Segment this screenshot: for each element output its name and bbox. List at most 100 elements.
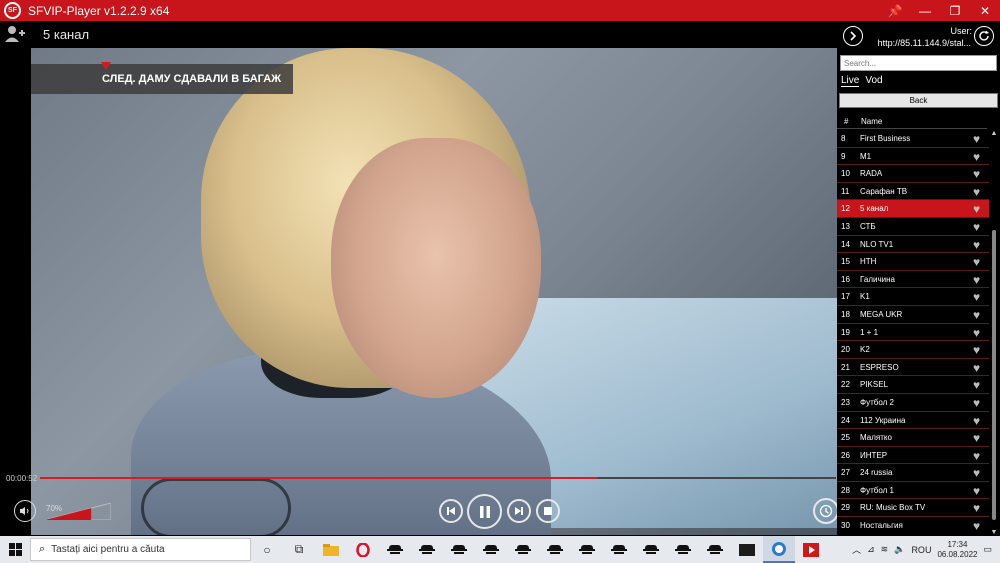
channel-row[interactable]: 14 NLO TV1 ♥ — [837, 236, 989, 254]
favorite-heart-icon[interactable]: ♥ — [973, 501, 980, 515]
favorite-heart-icon[interactable]: ♥ — [973, 202, 980, 216]
favorite-heart-icon[interactable]: ♥ — [973, 361, 980, 375]
favorite-heart-icon[interactable]: ♥ — [973, 255, 980, 269]
taskbar-search-box[interactable]: ⌕ Tastați aici pentru a căuta — [30, 538, 251, 561]
channel-row[interactable]: 26 ИНТЕР ♥ — [837, 447, 989, 465]
tab-live[interactable]: Live — [841, 75, 860, 87]
start-button[interactable] — [0, 536, 30, 563]
channel-row[interactable]: 30 Ностальгия ♥ — [837, 517, 989, 534]
favorite-heart-icon[interactable]: ♥ — [973, 150, 980, 164]
file-explorer-icon[interactable] — [315, 536, 347, 563]
channel-row[interactable]: 17 K1 ♥ — [837, 288, 989, 306]
channel-row[interactable]: 24 112 Украина ♥ — [837, 412, 989, 430]
incognito-app-icon[interactable] — [603, 536, 635, 563]
channel-row[interactable]: 22 PIKSEL ♥ — [837, 376, 989, 394]
channel-row[interactable]: 12 5 канал ♥ — [837, 200, 989, 218]
incognito-app-icon[interactable] — [635, 536, 667, 563]
terminal-app-icon[interactable] — [731, 536, 763, 563]
channel-row[interactable]: 20 K2 ♥ — [837, 341, 989, 359]
incognito-app-icon[interactable] — [539, 536, 571, 563]
favorite-heart-icon[interactable]: ♥ — [973, 431, 980, 445]
refresh-button[interactable] — [974, 26, 994, 46]
favorite-heart-icon[interactable]: ♥ — [973, 449, 980, 463]
language-indicator[interactable]: ROU — [911, 545, 931, 555]
scroll-down-icon[interactable]: ▼ — [990, 529, 998, 536]
incognito-app-icon[interactable] — [667, 536, 699, 563]
channel-row[interactable]: 18 MEGA UKR ♥ — [837, 306, 989, 324]
favorite-heart-icon[interactable]: ♥ — [973, 290, 980, 304]
channel-row[interactable]: 21 ESPRESO ♥ — [837, 359, 989, 377]
favorite-heart-icon[interactable]: ♥ — [973, 308, 980, 322]
taskbar-clock[interactable]: 17:34 06.08.2022 — [937, 540, 977, 560]
back-button[interactable]: Back — [839, 93, 998, 108]
scroll-up-icon[interactable]: ▲ — [990, 130, 998, 137]
favorite-heart-icon[interactable]: ♥ — [973, 185, 980, 199]
favorite-heart-icon[interactable]: ♥ — [973, 132, 980, 146]
video-frame[interactable] — [31, 48, 837, 535]
incognito-app-icon[interactable] — [699, 536, 731, 563]
channel-row[interactable]: 23 Футбол 2 ♥ — [837, 394, 989, 412]
channel-row[interactable]: 15 НТН ♥ — [837, 253, 989, 271]
close-button[interactable]: ✕ — [970, 0, 1000, 21]
previous-button[interactable] — [439, 499, 463, 523]
favorite-heart-icon[interactable]: ♥ — [973, 396, 980, 410]
incognito-app-icon[interactable] — [443, 536, 475, 563]
channel-search-input[interactable] — [840, 55, 997, 71]
channel-row[interactable]: 16 Галичина ♥ — [837, 271, 989, 289]
volume-tray-icon[interactable]: 🔈 — [894, 544, 905, 555]
tray-chevron-up-icon[interactable]: ︿ — [852, 543, 861, 556]
favorite-heart-icon[interactable]: ♥ — [973, 466, 980, 480]
favorite-heart-icon[interactable]: ♥ — [973, 273, 980, 287]
favorite-heart-icon[interactable]: ♥ — [973, 238, 980, 252]
notifications-icon[interactable]: ▭ — [983, 544, 992, 555]
favorite-heart-icon[interactable]: ♥ — [973, 220, 980, 234]
favorite-heart-icon[interactable]: ♥ — [973, 167, 980, 181]
pause-button[interactable] — [467, 494, 502, 529]
favorite-heart-icon[interactable]: ♥ — [973, 343, 980, 357]
channel-row[interactable]: 27 24 russia ♥ — [837, 464, 989, 482]
media-player-taskbar-icon[interactable] — [795, 536, 827, 563]
channel-row[interactable]: 9 M1 ♥ — [837, 148, 989, 166]
favorite-heart-icon[interactable]: ♥ — [973, 378, 980, 392]
column-header-name[interactable]: Name — [861, 117, 882, 126]
volume-slider[interactable] — [45, 503, 111, 520]
channel-row[interactable]: 11 Сарафан ТВ ♥ — [837, 183, 989, 201]
channel-row[interactable]: 8 First Business ♥ — [837, 130, 989, 148]
history-button[interactable] — [813, 498, 839, 524]
incognito-app-icon[interactable] — [507, 536, 539, 563]
panel-toggle-button[interactable] — [843, 26, 863, 46]
next-button[interactable] — [507, 499, 531, 523]
channel-list-scrollbar[interactable]: ▲ ▼ — [990, 130, 998, 536]
channel-row[interactable]: 25 Малятко ♥ — [837, 429, 989, 447]
minimize-button[interactable]: — — [910, 0, 940, 21]
wifi-icon[interactable]: ≋ — [881, 544, 889, 555]
sfvip-player-taskbar-icon[interactable] — [763, 536, 795, 563]
pin-icon[interactable]: 📌 — [880, 0, 910, 21]
column-header-number[interactable]: # — [844, 117, 848, 126]
opera-browser-icon[interactable] — [347, 536, 379, 563]
tab-vod[interactable]: Vod — [865, 75, 882, 87]
favorite-heart-icon[interactable]: ♥ — [973, 519, 980, 533]
incognito-app-icon[interactable] — [379, 536, 411, 563]
maximize-button[interactable]: ❐ — [940, 0, 970, 21]
channel-row[interactable]: 19 1 + 1 ♥ — [837, 324, 989, 342]
cortana-icon[interactable]: ○ — [251, 536, 283, 563]
favorite-heart-icon[interactable]: ♥ — [973, 326, 980, 340]
task-view-icon[interactable]: ⧉ — [283, 536, 315, 563]
favorite-heart-icon[interactable]: ♥ — [973, 484, 980, 498]
incognito-app-icon[interactable] — [571, 536, 603, 563]
network-icon[interactable]: ⊿ — [867, 544, 875, 555]
volume-button[interactable] — [14, 500, 36, 522]
channel-row[interactable]: 29 RU: Music Box TV ♥ — [837, 499, 989, 518]
channel-number: 27 — [841, 468, 850, 478]
channel-row[interactable]: 10 RADA ♥ — [837, 165, 989, 183]
incognito-app-icon[interactable] — [411, 536, 443, 563]
channel-row[interactable]: 28 Футбол 1 ♥ — [837, 482, 989, 500]
scroll-thumb[interactable] — [992, 230, 996, 520]
favorite-heart-icon[interactable]: ♥ — [973, 414, 980, 428]
progress-bar[interactable] — [40, 477, 836, 479]
stop-button[interactable] — [536, 499, 560, 523]
incognito-app-icon[interactable] — [475, 536, 507, 563]
channel-row[interactable]: 13 СТБ ♥ — [837, 218, 989, 236]
user-icon[interactable] — [4, 25, 28, 45]
